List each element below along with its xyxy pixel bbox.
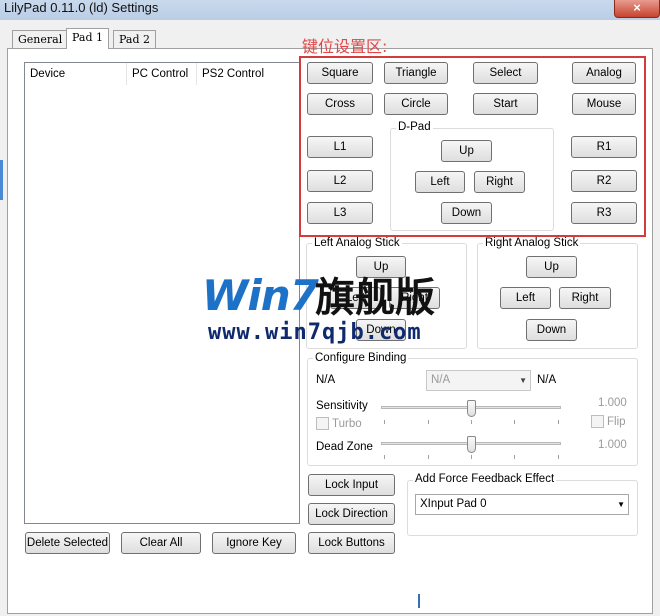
column-header-ps2-control[interactable]: PS2 Control [197,63,300,85]
ignore-key-button[interactable]: Ignore Key [212,532,296,554]
triangle-button[interactable]: Triangle [384,62,448,84]
sensitivity-tick [558,420,559,424]
chevron-down-icon: ▼ [617,500,625,509]
dead-zone-tick [471,455,472,459]
tab-pad-2[interactable]: Pad 2 [113,30,157,48]
l3-button[interactable]: L3 [307,202,373,224]
lock-buttons-button[interactable]: Lock Buttons [308,532,395,554]
delete-selected-button[interactable]: Delete Selected [25,532,110,554]
l1-button[interactable]: L1 [307,136,373,158]
flip-checkbox[interactable] [591,415,604,428]
mouse-button[interactable]: Mouse [572,93,636,115]
dpad-left-button[interactable]: Left [415,171,465,193]
dead-zone-slider-thumb[interactable] [466,436,476,453]
watermark-cn: 旗舰版 [315,275,435,321]
binding-na-left: N/A [316,374,336,386]
dead-zone-tick [558,455,559,459]
turbo-label: Turbo [332,418,362,430]
dpad-label: D-Pad [396,121,433,133]
analog-button[interactable]: Analog [572,62,636,84]
sensitivity-label: Sensitivity [316,400,368,412]
title-bar: LilyPad 0.11.0 (ld) Settings × [0,0,660,20]
window-edge-highlight [0,160,3,200]
select-button[interactable]: Select [473,62,538,84]
annotation-label: 键位设置区: [302,37,388,56]
dead-zone-value: 1.000 [598,439,627,451]
force-feedback-label: Add Force Feedback Effect [413,473,557,485]
binding-na-right: N/A [537,374,557,386]
flip-label: Flip [607,416,626,428]
force-feedback-select-value: XInput Pad 0 [420,498,487,510]
dpad-up-button[interactable]: Up [441,140,492,162]
sensitivity-tick [514,420,515,424]
right-stick-left-button[interactable]: Left [500,287,551,309]
clear-all-button[interactable]: Clear All [121,532,201,554]
binding-select[interactable]: N/A ▼ [426,370,531,391]
right-stick-right-button[interactable]: Right [559,287,611,309]
window-title: LilyPad 0.11.0 (ld) Settings [4,0,159,15]
dpad-right-button[interactable]: Right [474,171,525,193]
close-icon: × [633,0,641,15]
watermark-brand: Win7 [202,271,319,320]
circle-button[interactable]: Circle [384,93,448,115]
dead-zone-tick [384,455,385,459]
sensitivity-slider-thumb[interactable] [466,400,476,417]
left-stick-label: Left Analog Stick [312,237,402,249]
right-stick-down-button[interactable]: Down [526,319,577,341]
lock-input-button[interactable]: Lock Input [308,474,395,496]
dpad-down-button[interactable]: Down [441,202,492,224]
square-button[interactable]: Square [307,62,373,84]
tab-pad-1[interactable]: Pad 1 [66,28,110,49]
dead-zone-tick [514,455,515,459]
watermark-url: www.win7qjb.com [208,320,422,345]
start-button[interactable]: Start [473,93,538,115]
turbo-checkbox[interactable] [316,417,329,430]
right-stick-up-button[interactable]: Up [526,256,577,278]
l2-button[interactable]: L2 [307,170,373,192]
r3-button[interactable]: R3 [571,202,637,224]
tab-general[interactable]: General [12,30,69,48]
r1-button[interactable]: R1 [571,136,637,158]
dead-zone-label: Dead Zone [316,441,373,453]
right-stick-label: Right Analog Stick [483,237,581,249]
lock-direction-button[interactable]: Lock Direction [308,503,395,525]
sensitivity-value: 1.000 [598,397,627,409]
close-button[interactable]: × [614,0,660,18]
r2-button[interactable]: R2 [571,170,637,192]
binding-select-value: N/A [431,374,451,386]
sensitivity-tick [428,420,429,424]
cross-button[interactable]: Cross [307,93,373,115]
chevron-down-icon: ▼ [519,376,527,385]
force-feedback-select[interactable]: XInput Pad 0 ▼ [415,494,629,515]
sensitivity-tick [384,420,385,424]
dead-zone-tick [428,455,429,459]
column-header-pc-control[interactable]: PC Control [127,63,197,85]
status-marker [418,594,420,608]
configure-binding-label: Configure Binding [313,352,409,364]
sensitivity-tick [471,420,472,424]
column-header-device[interactable]: Device [25,63,127,85]
